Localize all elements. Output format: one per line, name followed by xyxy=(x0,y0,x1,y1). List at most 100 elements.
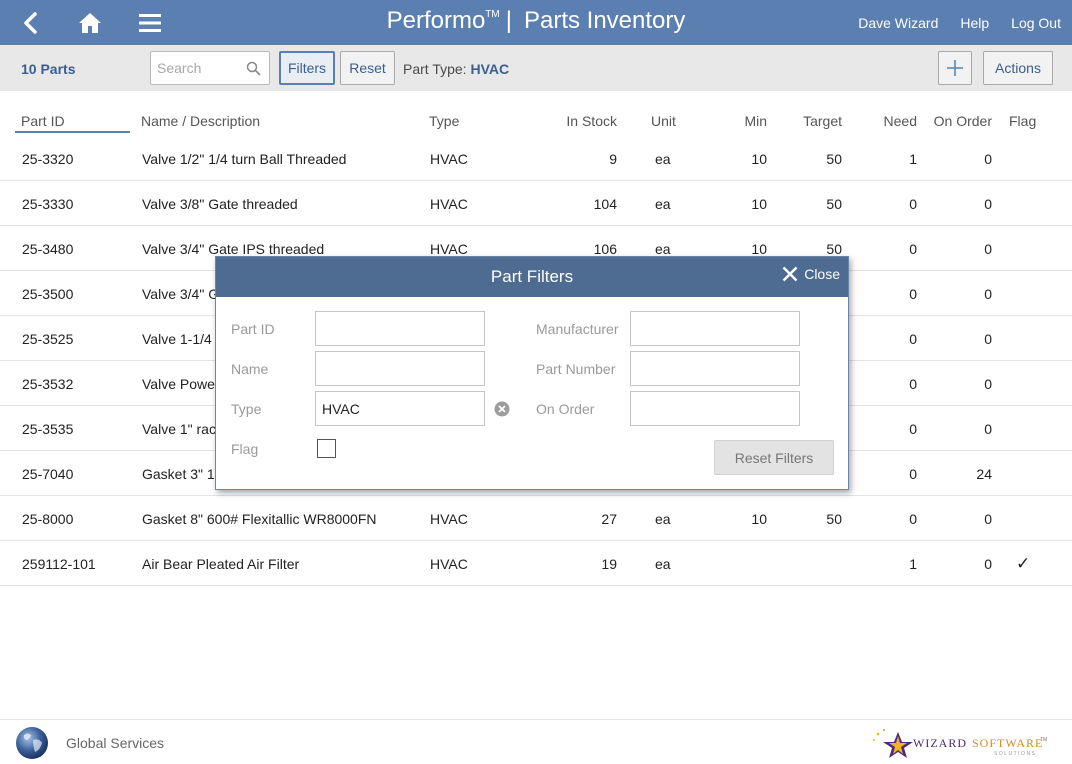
toolbar: 10 Parts Filters Reset Part Type: HVAC A… xyxy=(0,45,1072,91)
cell-type: HVAC xyxy=(430,151,468,167)
cell-unit: ea xyxy=(655,196,671,212)
column-header-target[interactable]: Target xyxy=(782,113,842,129)
actions-button[interactable]: Actions xyxy=(983,51,1053,85)
type-label: Type xyxy=(231,401,262,417)
type-field[interactable] xyxy=(315,391,485,426)
title-separator: | xyxy=(505,7,512,34)
filter-value: HVAC xyxy=(470,61,510,77)
search-box xyxy=(150,51,270,85)
part-number-label: Part Number xyxy=(536,361,616,377)
cell-need: 0 xyxy=(909,241,917,257)
column-header-type[interactable]: Type xyxy=(429,113,459,129)
cell-min: 10 xyxy=(751,151,767,167)
column-header-min[interactable]: Min xyxy=(707,113,767,129)
home-icon xyxy=(79,13,101,33)
cell-part-id: 25-3525 xyxy=(22,331,74,347)
back-button[interactable] xyxy=(14,6,48,40)
column-header-name[interactable]: Name / Description xyxy=(141,113,260,129)
search-icon[interactable] xyxy=(246,61,261,76)
cell-name: Gasket 8" 600# Flexitallic WR8000FN xyxy=(142,511,377,527)
manufacturer-field[interactable] xyxy=(630,311,800,346)
logo-word-wizard: WIZARD xyxy=(913,736,967,750)
search-input[interactable] xyxy=(151,52,239,84)
cell-on-order: 0 xyxy=(984,421,992,437)
cell-need: 0 xyxy=(909,421,917,437)
cell-need: 1 xyxy=(909,151,917,167)
dialog-header: Part Filters Close xyxy=(216,257,848,297)
cell-unit: ea xyxy=(655,556,671,572)
app-name: Performo xyxy=(386,7,486,34)
table-row[interactable]: 25-3330 Valve 3/8" Gate threaded HVAC 104 ea… xyxy=(0,181,1072,226)
wizard-software-logo: WIZARD SOFTWARE TM SOLUTIONS xyxy=(873,729,1047,758)
logo-tm: TM xyxy=(1040,737,1047,743)
on-order-field[interactable] xyxy=(630,391,800,426)
home-button[interactable] xyxy=(73,6,107,40)
cell-part-id: 259112-101 xyxy=(22,556,96,572)
logout-link[interactable]: Log Out xyxy=(1011,15,1061,31)
cell-in-stock: 19 xyxy=(601,556,617,572)
cell-name: Gasket 3" 1 xyxy=(142,466,215,482)
cell-on-order: 0 xyxy=(984,331,992,347)
table-row[interactable]: 25-8000 Gasket 8" 600# Flexitallic WR8000… xyxy=(0,496,1072,541)
cell-name: Valve 3/8" Gate threaded xyxy=(142,196,298,212)
table-header: Part ID Name / Description Type In Stock… xyxy=(0,91,1072,136)
trademark: TM xyxy=(485,9,500,20)
active-filter-summary: Part Type: HVAC xyxy=(403,61,509,77)
cell-part-id: 25-3500 xyxy=(22,286,74,302)
close-label: Close xyxy=(804,266,840,282)
user-link[interactable]: Dave Wizard xyxy=(858,15,938,31)
cell-on-order: 0 xyxy=(984,241,992,257)
name-field[interactable] xyxy=(315,351,485,386)
globe-icon[interactable] xyxy=(15,726,49,760)
cell-min: 10 xyxy=(751,511,767,527)
cell-target: 50 xyxy=(826,241,842,257)
cell-on-order: 0 xyxy=(984,376,992,392)
column-header-unit[interactable]: Unit xyxy=(651,113,676,129)
top-links: Dave Wizard Help Log Out xyxy=(858,15,1061,31)
add-part-button[interactable] xyxy=(938,51,972,85)
cell-need: 0 xyxy=(909,331,917,347)
flag-checkbox[interactable] xyxy=(317,439,336,458)
cell-name: Valve 1/2" 1/4 turn Ball Threaded xyxy=(142,151,347,167)
cell-on-order: 24 xyxy=(976,466,992,482)
help-link[interactable]: Help xyxy=(960,15,989,31)
table-row[interactable]: 259112-101 Air Bear Pleated Air Filter HVA… xyxy=(0,541,1072,586)
cell-type: HVAC xyxy=(430,241,468,257)
column-header-flag[interactable]: Flag xyxy=(1009,113,1036,129)
column-header-need[interactable]: Need xyxy=(857,113,917,129)
cell-need: 0 xyxy=(909,376,917,392)
cell-need: 0 xyxy=(909,286,917,302)
cell-on-order: 0 xyxy=(984,511,992,527)
column-header-on-order[interactable]: On Order xyxy=(922,113,992,129)
cell-type: HVAC xyxy=(430,196,468,212)
cell-unit: ea xyxy=(655,241,671,257)
part-number-field[interactable] xyxy=(630,351,800,386)
clear-type-icon[interactable] xyxy=(494,401,510,417)
dialog-close-button[interactable]: Close xyxy=(782,266,840,282)
cell-in-stock: 104 xyxy=(593,196,617,212)
cell-part-id: 25-3535 xyxy=(22,421,74,437)
cell-in-stock: 106 xyxy=(593,241,617,257)
cell-min: 10 xyxy=(751,241,767,257)
cell-min: 10 xyxy=(751,196,767,212)
flag-label: Flag xyxy=(231,441,259,457)
column-header-part-id[interactable]: Part ID xyxy=(15,113,130,133)
table-row[interactable]: 25-3320 Valve 1/2" 1/4 turn Ball Threaded… xyxy=(0,136,1072,181)
reset-filters-button[interactable]: Reset Filters xyxy=(714,440,834,475)
on-order-label: On Order xyxy=(536,401,595,417)
cell-need: 0 xyxy=(909,196,917,212)
menu-button[interactable] xyxy=(133,6,167,40)
cell-unit: ea xyxy=(655,151,671,167)
cell-in-stock: 27 xyxy=(601,511,617,527)
column-header-in-stock[interactable]: In Stock xyxy=(537,113,617,129)
filters-button[interactable]: Filters xyxy=(279,51,335,85)
cell-target: 50 xyxy=(826,511,842,527)
cell-on-order: 0 xyxy=(984,151,992,167)
cell-name: Air Bear Pleated Air Filter xyxy=(142,556,300,572)
manufacturer-label: Manufacturer xyxy=(536,321,619,337)
part-id-field[interactable] xyxy=(315,311,485,346)
cell-part-id: 25-3330 xyxy=(22,196,74,212)
reset-button[interactable]: Reset xyxy=(340,51,395,85)
cell-part-id: 25-3320 xyxy=(22,151,74,167)
logo-subtext: SOLUTIONS xyxy=(994,751,1036,757)
